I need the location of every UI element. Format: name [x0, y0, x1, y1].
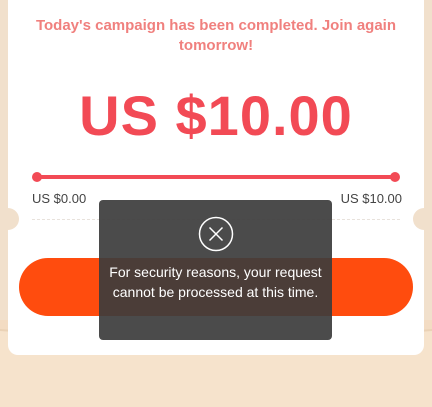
ticket-notch-right	[413, 208, 424, 230]
close-circle-icon	[198, 216, 234, 252]
toast-message: For security reasons, your request canno…	[109, 264, 322, 300]
progress-min-label: US $0.00	[32, 191, 87, 206]
progress-start-dot	[32, 172, 42, 182]
progress-max-label: US $10.00	[340, 191, 402, 206]
progress-fill	[36, 175, 396, 179]
ticket-notch-left	[8, 208, 19, 230]
campaign-completed-message: Today's campaign has been completed. Joi…	[35, 17, 397, 54]
security-toast: For security reasons, your request canno…	[99, 200, 332, 340]
progress-end-dot	[390, 172, 400, 182]
reward-amount: US $10.00	[79, 84, 353, 147]
campaign-progress-bar	[32, 172, 400, 182]
